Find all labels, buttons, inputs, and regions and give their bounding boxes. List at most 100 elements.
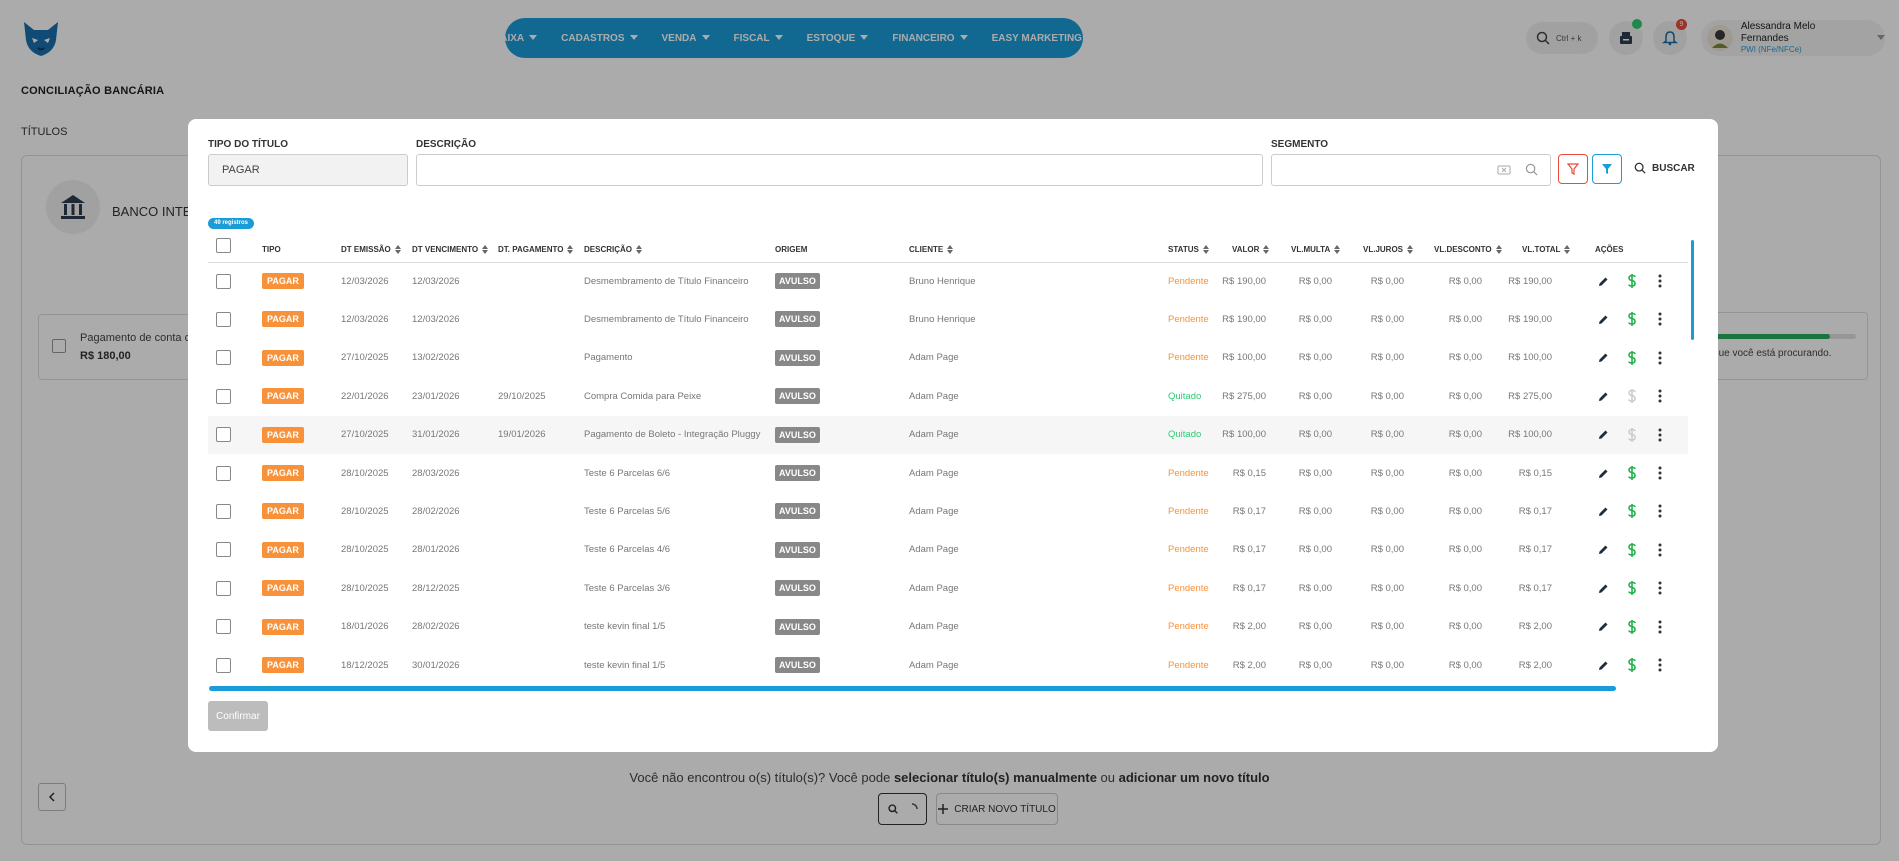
more-options-button[interactable] (1651, 349, 1669, 367)
row-checkbox[interactable] (216, 542, 231, 558)
segment-search-icon[interactable] (1525, 163, 1538, 181)
pay-button[interactable] (1623, 618, 1641, 636)
origin-badge: AVULSO (775, 618, 820, 635)
edit-button[interactable] (1594, 310, 1612, 328)
pay-button[interactable] (1623, 272, 1641, 290)
row-select[interactable] (216, 454, 231, 492)
column-header-vl-multa[interactable]: VL.MULTA (1291, 245, 1341, 254)
row-checkbox[interactable] (216, 503, 231, 519)
table-row[interactable]: PAGAR 28/10/2025 28/01/2026 Teste 6 Parcela… (208, 531, 1688, 569)
cell-origin: AVULSO (775, 416, 820, 454)
cell-fine: R$ 0,00 (1298, 582, 1332, 594)
row-checkbox[interactable] (216, 619, 231, 635)
cell-value: R$ 0,17 (1232, 505, 1266, 517)
vertical-scrollbar[interactable] (1691, 240, 1694, 340)
column-header-cliente[interactable]: CLIENTE (909, 245, 954, 254)
pay-button[interactable] (1623, 310, 1641, 328)
row-select[interactable] (216, 608, 231, 646)
table-row[interactable]: PAGAR 28/10/2025 28/02/2026 Teste 6 Parcela… (208, 492, 1688, 530)
edit-button[interactable] (1594, 349, 1612, 367)
row-checkbox[interactable] (216, 580, 231, 596)
cell-origin: AVULSO (775, 531, 820, 569)
table-row[interactable]: PAGAR 28/10/2025 28/12/2025 Teste 6 Parcela… (208, 569, 1688, 607)
column-header-descricao[interactable]: DESCRIÇÃO (584, 245, 643, 254)
column-header-dt-emissao[interactable]: DT EMISSÃO (341, 245, 401, 254)
edit-button[interactable] (1594, 541, 1612, 559)
row-select[interactable] (216, 339, 231, 377)
confirm-button[interactable]: Confirmar (208, 701, 268, 731)
cell-type: PAGAR (262, 454, 304, 492)
row-select[interactable] (216, 377, 231, 415)
row-select[interactable] (216, 531, 231, 569)
pencil-icon (1598, 430, 1607, 440)
horizontal-scrollbar[interactable] (209, 686, 1616, 691)
more-options-button[interactable] (1651, 464, 1669, 482)
clear-filter-button[interactable] (1558, 154, 1588, 184)
table-row[interactable]: PAGAR 18/12/2025 30/01/2026 teste kevin fin… (208, 646, 1688, 684)
pay-button[interactable] (1623, 579, 1641, 597)
clear-field-icon[interactable] (1497, 163, 1511, 182)
row-select[interactable] (216, 492, 231, 530)
row-select[interactable] (216, 646, 231, 684)
row-checkbox[interactable] (216, 465, 231, 481)
row-checkbox[interactable] (216, 388, 231, 404)
filter-button[interactable] (1592, 154, 1622, 184)
edit-button[interactable] (1594, 579, 1612, 597)
row-select[interactable] (216, 569, 231, 607)
column-header-vl-juros[interactable]: VL.JUROS (1363, 245, 1414, 254)
more-options-button[interactable] (1651, 387, 1669, 405)
table-row[interactable]: PAGAR 27/10/2025 31/01/2026 19/01/2026 Pagam… (208, 415, 1688, 454)
table-row[interactable]: PAGAR 22/01/2026 23/01/2026 29/10/2025 Compr… (208, 377, 1688, 415)
column-header-vl-total[interactable]: VL.TOTAL (1522, 245, 1571, 254)
more-options-button[interactable] (1651, 426, 1669, 444)
table-row[interactable]: PAGAR 18/01/2026 28/02/2026 teste kevin fin… (208, 608, 1688, 646)
more-options-button[interactable] (1651, 579, 1669, 597)
cell-interest: R$ 0,00 (1370, 544, 1404, 556)
row-select[interactable] (216, 300, 231, 338)
cell-fine: R$ 0,00 (1298, 659, 1332, 671)
row-actions (1594, 454, 1669, 492)
table-row[interactable]: PAGAR 12/03/2026 12/03/2026 Desmembramento … (208, 300, 1688, 338)
pay-button[interactable] (1623, 541, 1641, 559)
pay-button[interactable] (1623, 502, 1641, 520)
pay-button[interactable] (1623, 464, 1641, 482)
row-select[interactable] (216, 416, 231, 454)
more-options-button[interactable] (1651, 272, 1669, 290)
column-header-dt-pagamento[interactable]: DT. PAGAMENTO (498, 245, 574, 254)
row-checkbox[interactable] (216, 427, 231, 443)
row-checkbox[interactable] (216, 311, 231, 327)
cell-interest: R$ 0,00 (1370, 467, 1404, 479)
edit-button[interactable] (1594, 387, 1612, 405)
edit-button[interactable] (1594, 618, 1612, 636)
edit-button[interactable] (1594, 464, 1612, 482)
edit-button[interactable] (1594, 272, 1612, 290)
more-options-button[interactable] (1651, 541, 1669, 559)
table-row[interactable]: PAGAR 28/10/2025 28/03/2026 Teste 6 Parcela… (208, 454, 1688, 492)
more-options-button[interactable] (1651, 618, 1669, 636)
column-header-acoes: AÇÕES (1595, 245, 1624, 254)
row-checkbox[interactable] (216, 657, 231, 673)
row-checkbox[interactable] (216, 273, 231, 289)
title-type-select[interactable]: PAGAR (208, 154, 408, 186)
more-options-button[interactable] (1651, 656, 1669, 674)
column-header-valor[interactable]: VALOR (1232, 245, 1270, 254)
row-select[interactable] (216, 262, 231, 300)
cell-discount: R$ 0,00 (1448, 429, 1482, 441)
pencil-icon (1598, 277, 1607, 286)
column-header-dt-vencimento[interactable]: DT VENCIMENTO (412, 245, 489, 254)
table-row[interactable]: PAGAR 12/03/2026 12/03/2026 Desmembramento … (208, 262, 1688, 300)
column-header-vl-desconto[interactable]: VL.DESCONTO (1434, 245, 1502, 254)
edit-button[interactable] (1594, 656, 1612, 674)
pay-button[interactable] (1623, 349, 1641, 367)
edit-button[interactable] (1594, 502, 1612, 520)
search-button[interactable]: BUSCAR (1634, 162, 1695, 174)
column-header-status[interactable]: STATUS (1168, 245, 1209, 254)
more-options-button[interactable] (1651, 502, 1669, 520)
pay-button[interactable] (1623, 656, 1641, 674)
row-checkbox[interactable] (216, 350, 231, 366)
table-row[interactable]: PAGAR 27/10/2025 13/02/2026 Pagamento AVULSO… (208, 339, 1688, 377)
select-all-checkbox[interactable] (216, 238, 231, 253)
edit-button[interactable] (1594, 426, 1612, 444)
description-input[interactable] (416, 154, 1263, 186)
more-options-button[interactable] (1651, 310, 1669, 328)
